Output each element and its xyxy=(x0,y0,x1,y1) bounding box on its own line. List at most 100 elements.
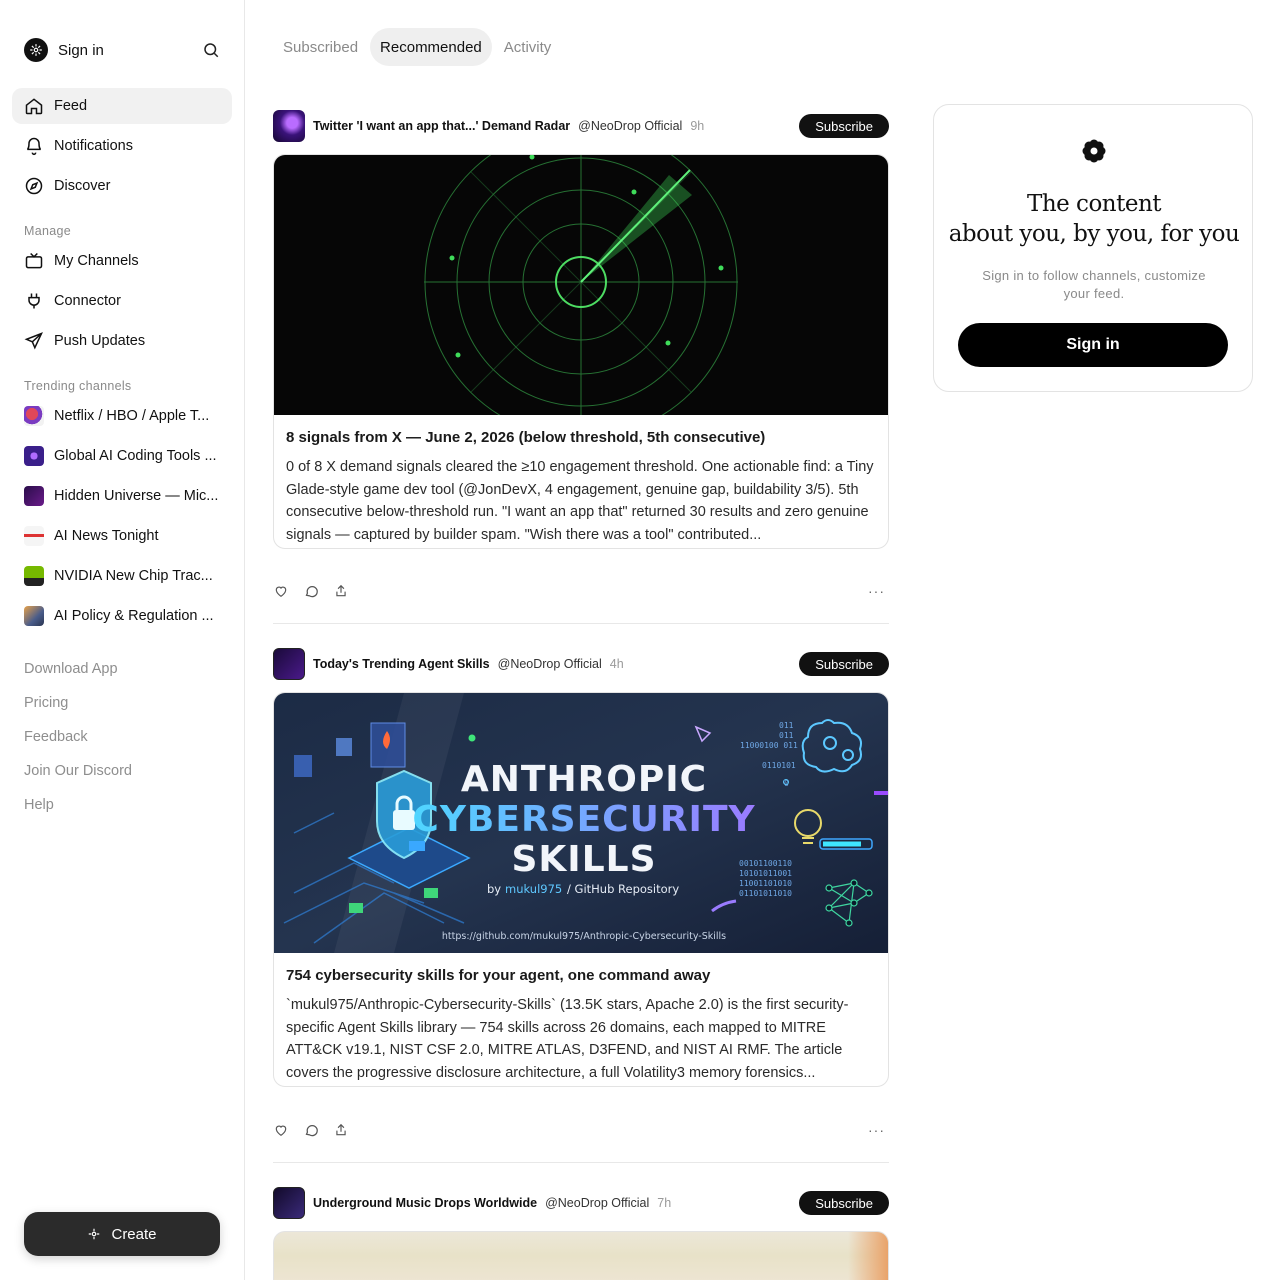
sidebar-item-feed[interactable]: Feed xyxy=(12,88,232,124)
sidebar-item-label: Push Updates xyxy=(54,333,146,349)
sidebar-item-discover[interactable]: Discover xyxy=(12,168,232,204)
sign-in-link[interactable]: Sign in xyxy=(24,38,104,62)
post-author-handle[interactable]: @NeoDrop Official xyxy=(498,657,602,671)
banner-line3: SKILLS xyxy=(511,839,656,880)
trending-channel-item[interactable]: AI News Tonight xyxy=(24,524,220,548)
feed-post: Today's Trending Agent Skills @NeoDrop O… xyxy=(273,648,889,1163)
channel-name: Netflix / HBO / Apple T... xyxy=(54,408,210,424)
channel-name: Hidden Universe — Mic... xyxy=(54,488,219,504)
promo-subtitle: Sign in to follow channels, customize yo… xyxy=(982,268,1206,301)
promo-title-line2: about you, by you, for you xyxy=(948,221,1240,247)
binary-text: 011 xyxy=(779,721,794,730)
trending-channel-item[interactable]: Hidden Universe — Mic... xyxy=(24,484,220,508)
flower-logo-icon xyxy=(1082,139,1106,163)
sidebar-item-label: Connector xyxy=(54,293,121,309)
discord-link[interactable]: Join Our Discord xyxy=(24,763,132,779)
trending-channel-item[interactable]: Global AI Coding Tools ... xyxy=(24,444,220,468)
channel-avatar[interactable] xyxy=(273,110,305,142)
sidebar-item-connector[interactable]: Connector xyxy=(12,283,232,319)
post-channel-name[interactable]: Twitter 'I want an app that...' Demand R… xyxy=(313,119,570,133)
post-card[interactable] xyxy=(273,1231,889,1280)
channel-avatar[interactable] xyxy=(273,648,305,680)
radar-image xyxy=(274,155,888,415)
pricing-link[interactable]: Pricing xyxy=(24,695,68,711)
post-card[interactable]: ANTHROPIC CYBERSECURITY SKILLS by mukul9… xyxy=(273,692,889,1087)
binary-text: 10101011001 xyxy=(739,869,792,878)
trending-channel-item[interactable]: Netflix / HBO / Apple T... xyxy=(24,404,220,428)
like-icon[interactable] xyxy=(273,583,289,599)
create-button[interactable]: Create xyxy=(24,1212,220,1256)
sidebar-item-label: Notifications xyxy=(54,138,133,154)
post-channel-name[interactable]: Today's Trending Agent Skills xyxy=(313,657,490,671)
tv-icon xyxy=(25,252,43,269)
banner-by-author: mukul975 xyxy=(505,882,562,896)
channel-avatar[interactable] xyxy=(273,1187,305,1219)
trending-channel-item[interactable]: NVIDIA New Chip Trac... xyxy=(24,564,220,588)
sidebar-item-my-channels[interactable]: My Channels xyxy=(12,243,232,279)
post-channel-name[interactable]: Underground Music Drops Worldwide xyxy=(313,1196,537,1210)
feed-tabs: Subscribed Recommended Activity xyxy=(273,28,563,66)
sidebar: Sign in Feed Notifications Discover Mana… xyxy=(0,0,245,1280)
binary-text: 11001101010 xyxy=(739,879,792,888)
tab-subscribed[interactable]: Subscribed xyxy=(273,28,368,66)
feed-post: Underground Music Drops Worldwide @NeoDr… xyxy=(273,1187,889,1280)
more-options-icon[interactable]: ··· xyxy=(868,1122,885,1138)
promo-title-line1: The content xyxy=(1026,191,1162,217)
post-divider xyxy=(273,623,889,624)
comment-icon[interactable] xyxy=(303,583,319,599)
post-title: 754 cybersecurity skills for your agent,… xyxy=(286,967,711,984)
banner-by-suffix: / GitHub Repository xyxy=(567,882,679,896)
post-image xyxy=(848,1232,888,1280)
binary-text: 0110101 xyxy=(762,761,796,770)
tab-recommended[interactable]: Recommended xyxy=(370,28,492,66)
post-author-handle[interactable]: @NeoDrop Official xyxy=(545,1196,649,1210)
subscribe-button[interactable]: Subscribe xyxy=(799,1191,889,1215)
share-icon[interactable] xyxy=(333,583,349,599)
post-timestamp: 7h xyxy=(657,1196,672,1210)
tab-activity[interactable]: Activity xyxy=(494,28,562,66)
search-icon[interactable] xyxy=(200,39,222,61)
download-app-link[interactable]: Download App xyxy=(24,661,118,677)
channel-thumbnail xyxy=(24,606,44,626)
sign-in-button[interactable]: Sign in xyxy=(958,323,1228,367)
banner-by-prefix: by xyxy=(487,882,501,896)
post-header: Today's Trending Agent Skills @NeoDrop O… xyxy=(273,648,889,680)
post-timestamp: 9h xyxy=(690,119,705,133)
promo-title: The content about you, by you, for you xyxy=(934,189,1254,249)
send-icon xyxy=(24,332,43,350)
comment-icon[interactable] xyxy=(303,1122,319,1138)
channel-name: Global AI Coding Tools ... xyxy=(54,448,217,464)
post-author-handle[interactable]: @NeoDrop Official xyxy=(578,119,682,133)
banner-line2: CYBERSECURITY xyxy=(412,799,755,840)
channel-thumbnail xyxy=(24,566,44,586)
subscribe-button[interactable]: Subscribe xyxy=(799,114,889,138)
feedback-link[interactable]: Feedback xyxy=(24,729,88,745)
post-title: 8 signals from X — June 2, 2026 (below t… xyxy=(286,429,766,446)
subscribe-button[interactable]: Subscribe xyxy=(799,652,889,676)
binary-text: 01101011010 xyxy=(739,889,792,898)
post-excerpt: 0 of 8 X demand signals cleared the ≥10 … xyxy=(286,459,874,543)
help-link[interactable]: Help xyxy=(24,797,54,813)
sidebar-item-push-updates[interactable]: Push Updates xyxy=(12,323,232,359)
home-icon xyxy=(25,98,43,115)
post-header: Underground Music Drops Worldwide @NeoDr… xyxy=(273,1187,889,1219)
post-actions: ··· xyxy=(273,1119,889,1141)
binary-text: 11000100 011 xyxy=(740,741,798,750)
post-timestamp: 4h xyxy=(609,657,624,671)
channel-thumbnail xyxy=(24,486,44,506)
post-actions: ··· xyxy=(273,580,889,602)
trending-channel-item[interactable]: AI Policy & Regulation ... xyxy=(24,604,220,628)
banner-url: https://github.com/mukul975/Anthropic-Cy… xyxy=(442,931,726,942)
more-options-icon[interactable]: ··· xyxy=(868,583,885,599)
like-icon[interactable] xyxy=(273,1122,289,1138)
share-icon[interactable] xyxy=(333,1122,349,1138)
post-card[interactable]: 8 signals from X — June 2, 2026 (below t… xyxy=(273,154,889,549)
create-label: Create xyxy=(111,1225,157,1243)
sidebar-item-label: My Channels xyxy=(54,253,139,269)
trending-section-label: Trending channels xyxy=(24,379,132,393)
cybersecurity-banner-image: ANTHROPIC CYBERSECURITY SKILLS by mukul9… xyxy=(274,693,888,953)
feed-post: Twitter 'I want an app that...' Demand R… xyxy=(273,110,889,624)
sidebar-item-notifications[interactable]: Notifications xyxy=(12,128,232,164)
sign-in-promo-card: The content about you, by you, for you S… xyxy=(933,104,1253,392)
manage-section-label: Manage xyxy=(24,224,71,238)
